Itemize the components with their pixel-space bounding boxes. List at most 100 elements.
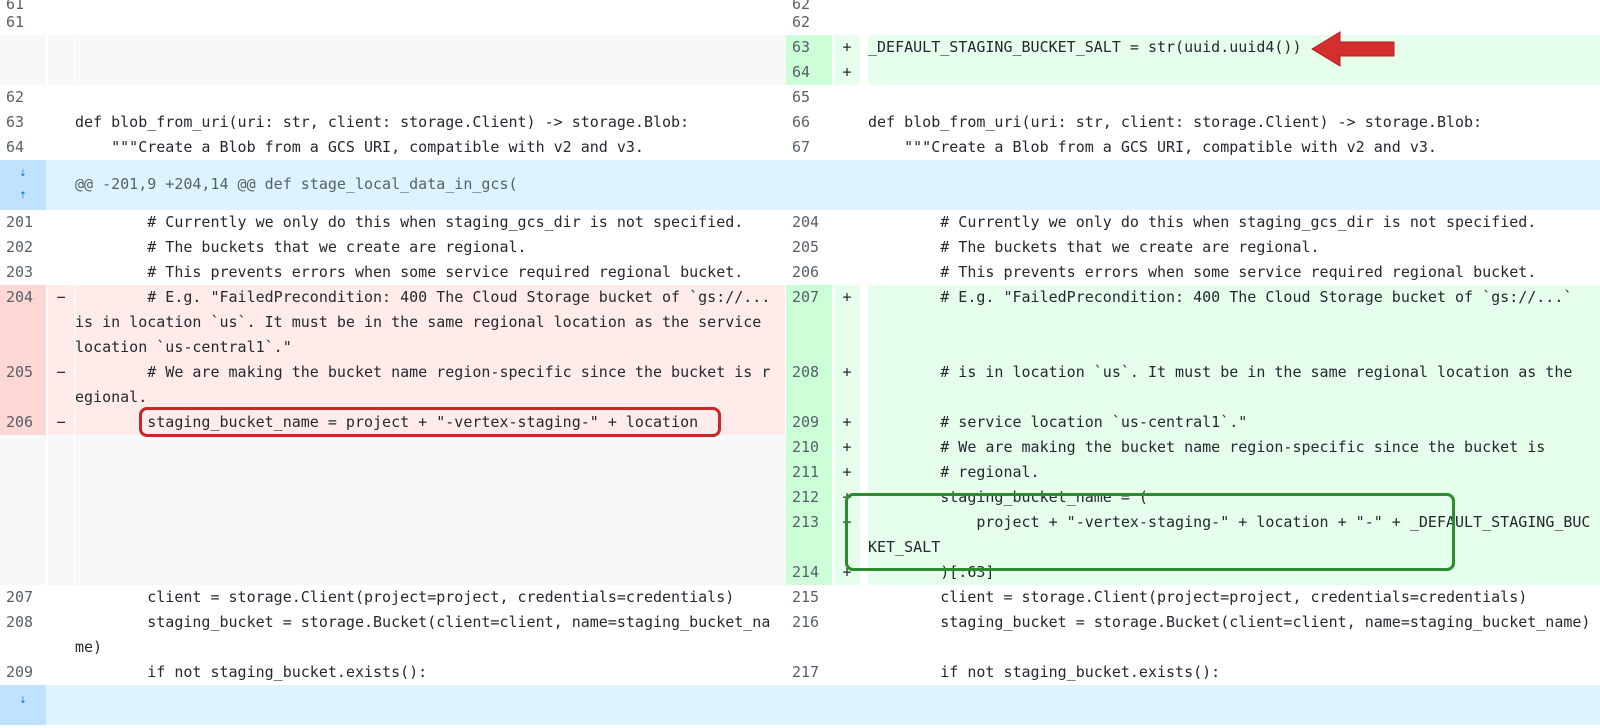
right-line-number[interactable]: 65 (786, 85, 832, 110)
right-code-line: _DEFAULT_STAGING_BUCKET_SALT = str(uuid.… (868, 35, 1600, 60)
right-line-number[interactable]: 210 (786, 435, 832, 460)
right-code-line: # Currently we only do this when staging… (868, 213, 1537, 231)
expand-up-icon[interactable]: ⇡ (0, 178, 46, 200)
left-line-number[interactable]: 61 (0, 10, 46, 35)
right-diff-sign (834, 660, 860, 685)
right-line-number[interactable]: 205 (786, 235, 832, 260)
expand-down-icon[interactable]: ⇣ (0, 160, 46, 178)
left-line-number[interactable]: 207 (0, 585, 46, 610)
left-code-line: # Currently we only do this when staging… (75, 213, 744, 231)
right-line-number[interactable]: 207 (786, 285, 832, 360)
right-diff-sign (834, 210, 860, 235)
right-line-number[interactable]: 212 (786, 485, 832, 510)
right-line-number[interactable]: 63 (786, 35, 832, 60)
left-code-line: staging_bucket = storage.Bucket(client=c… (75, 613, 771, 656)
right-code-line (868, 0, 1600, 10)
left-diff-sign (48, 460, 74, 485)
diff-row: 208 staging_bucket = storage.Bucket(clie… (0, 610, 1600, 660)
right-code-line (868, 60, 1600, 85)
left-line-number[interactable]: 63 (0, 110, 46, 135)
right-line-number[interactable]: 216 (786, 610, 832, 660)
right-code-line: # The buckets that we create are regiona… (868, 238, 1320, 256)
diff-row: 64 """Create a Blob from a GCS URI, comp… (0, 135, 1600, 160)
left-diff-sign: − (48, 285, 74, 360)
right-diff-sign: + (834, 285, 860, 360)
right-diff-sign (834, 260, 860, 285)
removed-line-highlight (139, 407, 721, 437)
added-lines-highlight (845, 493, 1455, 571)
left-code-line (75, 35, 785, 60)
hunk-expander[interactable]: ⇣ ⇡ (0, 160, 46, 210)
left-line-number[interactable]: 208 (0, 610, 46, 660)
right-line-number[interactable]: 62 (786, 0, 832, 13)
left-code-line: def blob_from_uri(uri: str, client: stor… (75, 113, 690, 131)
left-diff-sign (48, 610, 74, 660)
left-code-line: # This prevents errors when some service… (75, 263, 744, 281)
left-line-number[interactable] (0, 460, 46, 485)
diff-row: 211 + # regional. (0, 460, 1600, 485)
left-diff-sign (48, 60, 74, 85)
left-diff-sign (48, 10, 74, 35)
diff-row: 202 # The buckets that we create are reg… (0, 235, 1600, 260)
hunk-header: @@ -201,9 +204,14 @@ def stage_local_dat… (75, 175, 518, 193)
left-line-number[interactable] (0, 35, 46, 60)
left-line-number[interactable]: 203 (0, 260, 46, 285)
left-line-number[interactable] (0, 560, 46, 585)
right-line-number[interactable]: 64 (786, 60, 832, 85)
left-line-number[interactable]: 202 (0, 235, 46, 260)
left-code-line (75, 435, 785, 460)
left-code-line: if not staging_bucket.exists(): (75, 663, 428, 681)
right-line-number[interactable]: 209 (786, 410, 832, 435)
right-diff-sign: + (834, 460, 860, 485)
left-code-line: # We are making the bucket name region-s… (75, 360, 785, 410)
left-diff-sign: − (48, 410, 74, 435)
right-line-number[interactable]: 204 (786, 210, 832, 235)
left-line-number[interactable] (0, 60, 46, 85)
left-line-number[interactable] (0, 435, 46, 460)
right-line-number[interactable]: 215 (786, 585, 832, 610)
right-line-number[interactable]: 208 (786, 360, 832, 410)
left-diff-sign (48, 135, 74, 160)
left-line-number[interactable]: 201 (0, 210, 46, 235)
right-line-number[interactable]: 214 (786, 560, 832, 585)
left-diff-sign (48, 660, 74, 685)
left-line-number[interactable]: 61 (0, 0, 46, 13)
left-line-number[interactable] (0, 510, 46, 560)
right-line-number[interactable]: 67 (786, 135, 832, 160)
expand-down-icon[interactable]: ⇣ (0, 685, 46, 705)
left-line-number[interactable]: 209 (0, 660, 46, 685)
left-diff-sign (48, 210, 74, 235)
left-line-number[interactable]: 62 (0, 85, 46, 110)
left-diff-sign (48, 585, 74, 610)
right-diff-sign (834, 0, 860, 10)
left-line-number[interactable] (0, 485, 46, 510)
diff-row: 201 # Currently we only do this when sta… (0, 210, 1600, 235)
left-line-number[interactable]: 204 (0, 285, 46, 360)
hunk-expander[interactable]: ⇣ (0, 685, 46, 725)
right-diff-sign (834, 135, 860, 160)
left-line-number[interactable]: 205 (0, 360, 46, 410)
right-line-number[interactable]: 211 (786, 460, 832, 485)
left-code-line (75, 560, 785, 585)
right-diff-sign (834, 10, 860, 35)
left-diff-sign (48, 0, 74, 10)
right-diff-sign: + (834, 60, 860, 85)
right-code-line: # This prevents errors when some service… (868, 263, 1537, 281)
left-line-number[interactable]: 206 (0, 410, 46, 435)
right-line-number[interactable]: 213 (786, 510, 832, 560)
right-line-number[interactable]: 217 (786, 660, 832, 685)
left-diff-sign (48, 510, 74, 560)
right-diff-sign (834, 110, 860, 135)
left-code-line (75, 10, 785, 35)
diff-row: 62 65 (0, 85, 1600, 110)
right-line-number[interactable]: 206 (786, 260, 832, 285)
right-line-number[interactable]: 66 (786, 110, 832, 135)
left-code-line (75, 485, 785, 510)
left-line-number[interactable]: 64 (0, 135, 46, 160)
left-diff-sign (48, 85, 74, 110)
right-code-line: # is in location `us`. It must be in the… (868, 360, 1600, 410)
red-arrow-icon (1311, 31, 1395, 67)
diff-row: 210 + # We are making the bucket name reg… (0, 435, 1600, 460)
right-line-number[interactable]: 62 (786, 10, 832, 35)
left-diff-sign (48, 110, 74, 135)
